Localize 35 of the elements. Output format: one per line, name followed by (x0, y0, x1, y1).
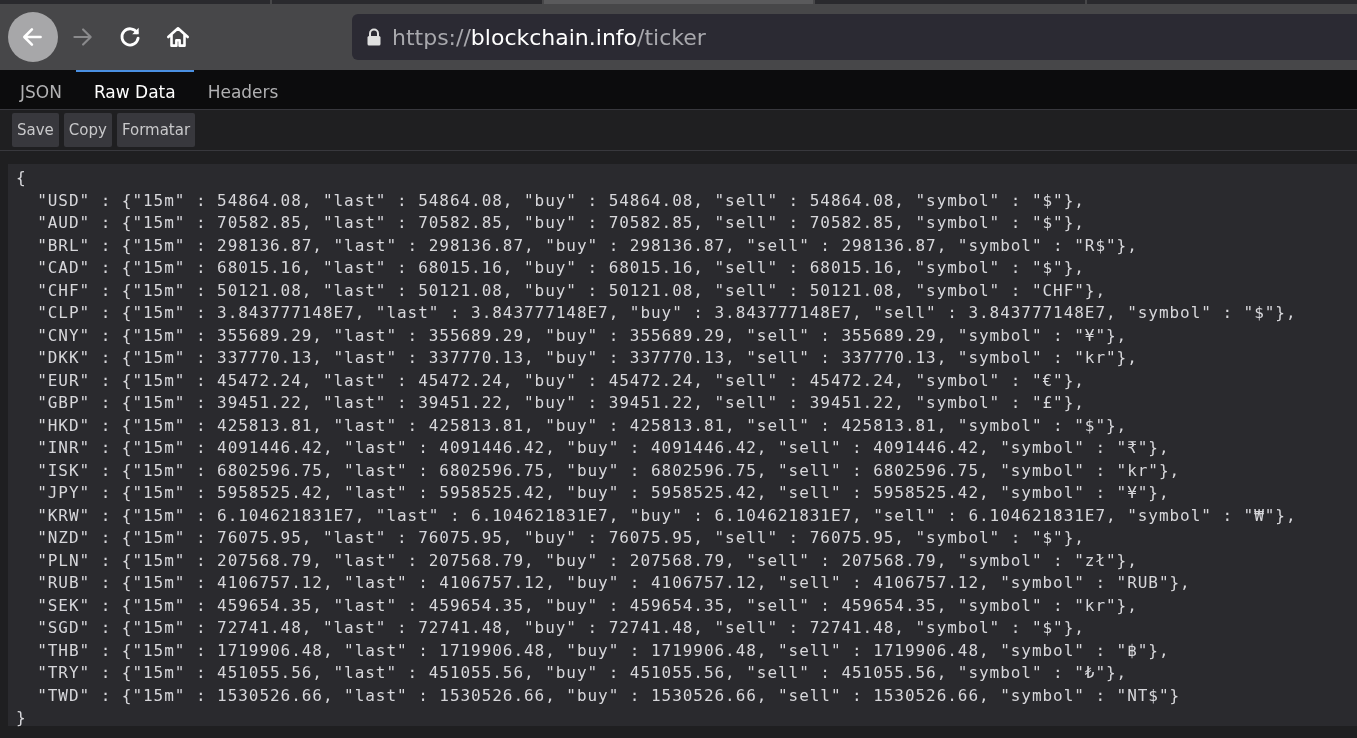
code-line: "KRW" : {"15m" : 6.104621831E7, "last" : 6.104621831E7, "buy" : 6.104621831E7, "sell" : 6.104621831E7, "symbol" : "₩"}, (36, 504, 1297, 527)
code-line: "BRL" : {"15m" : 298136.87, "last" : 298136.87, "buy" : 298136.87, "sell" : 298136.87, "symbol" : "R$"}, (36, 234, 1138, 257)
code-line: "CLP" : {"15m" : 3.843777148E7, "last" : 3.843777148E7, "buy" : 3.843777148E7, "sell" : 3.843777148E7, "symbol" : "$"}, (36, 302, 1297, 324)
code-line: "NZD" : {"15m" : 76075.95, "last" : 76075.95, "buy" : 76075.95, "sell" : 76075.95, "symbol" : "$"}, (36, 527, 1085, 549)
code-line: "AUD" : {"15m" : 70582.85, "last" : 70582.85, "buy" : 70582.85, "sell" : 70582.85, "symbol" : "$"}, (36, 212, 1085, 234)
code-line: "THB" : {"15m" : 1719906.48, "last" : 1719906.48, "buy" : 1719906.48, "sell" : 1719906.48, "symbol" : "฿"}, (36, 639, 1170, 662)
code-line: } (16, 707, 27, 729)
code-line: "JPY" : {"15m" : 5958525.42, "last" : 5958525.42, "buy" : 5958525.42, "sell" : 5958525.42, "symbol" : "¥"}, (36, 482, 1170, 504)
code-line: "GBP" : {"15m" : 39451.22, "last" : 39451.22, "buy" : 39451.22, "sell" : 39451.22, "symbol" : "£"}, (36, 392, 1085, 414)
url-text: https://blockchain.info/ticker (392, 24, 706, 50)
code-line: "TRY" : {"15m" : 451055.56, "last" : 451055.56, "buy" : 451055.56, "sell" : 451055.56, "symbol" : "₺"}, (36, 662, 1128, 684)
code-line: "CHF" : {"15m" : 50121.08, "last" : 50121.08, "buy" : 50121.08, "sell" : 50121.08, "symbol" : "CHF"}, (36, 279, 1107, 302)
code-line: "EUR" : {"15m" : 45472.24, "last" : 45472.24, "buy" : 45472.24, "sell" : 45472.24, "symbol" : "€"}, (36, 369, 1085, 392)
padlock-icon (366, 28, 382, 46)
code-line: "USD" : {"15m" : 54864.08, "last" : 54864.08, "buy" : 54864.08, "sell" : 54864.08, "symbol" : "$"}, (36, 189, 1085, 212)
code-line: "TWD" : {"15m" : 1530526.66, "last" : 1530526.66, "buy" : 1530526.66, "sell" : 1530526.66, "symbol" : "NT$"} (36, 684, 1181, 707)
address-bar[interactable]: https://blockchain.info/ticker (352, 14, 1357, 60)
copy-button[interactable]: Copy (63, 113, 112, 147)
code-line: "CNY" : {"15m" : 355689.29, "last" : 355689.29, "buy" : 355689.29, "sell" : 355689.29, "symbol" : "¥"}, (36, 324, 1128, 347)
code-line: "SEK" : {"15m" : 459654.35, "last" : 459654.35, "buy" : 459654.35, "sell" : 459654.35, "symbol" : "kr"}, (36, 594, 1138, 617)
code-line: "DKK" : {"15m" : 337770.13, "last" : 337770.13, "buy" : 337770.13, "sell" : 337770.13, "symbol" : "kr"}, (36, 347, 1138, 369)
code-line: "PLN" : {"15m" : 207568.79, "last" : 207568.79, "buy" : 207568.79, "sell" : 207568.79, "symbol" : "zł"}, (36, 549, 1138, 572)
back-button[interactable] (8, 12, 58, 62)
code-line: "CAD" : {"15m" : 68015.16, "last" : 68015.16, "buy" : 68015.16, "sell" : 68015.16, "symbol" : "$"}, (36, 257, 1085, 279)
code-line: "RUB" : {"15m" : 4106757.12, "last" : 4106757.12, "buy" : 4106757.12, "sell" : 4106757.12, "symbol" : "RUB"}, (36, 572, 1191, 594)
code-line: { (16, 167, 27, 189)
code-line: "SGD" : {"15m" : 72741.48, "last" : 72741.48, "buy" : 72741.48, "sell" : 72741.48, "symbol" : "$"}, (36, 617, 1085, 639)
viewer-tab[interactable]: JSON (6, 70, 76, 109)
format-button[interactable]: Formatar (116, 113, 196, 147)
code-line: "HKD" : {"15m" : 425813.81, "last" : 425813.81, "buy" : 425813.81, "sell" : 425813.81, "symbol" : "$"}, (36, 414, 1128, 437)
viewer-tab[interactable]: Headers (193, 70, 293, 109)
code-line: "INR" : {"15m" : 4091446.42, "last" : 4091446.42, "buy" : 4091446.42, "sell" : 4091446.42, "symbol" : "₹"}, (36, 437, 1170, 459)
home-icon (165, 24, 191, 50)
code-line: "ISK" : {"15m" : 6802596.75, "last" : 6802596.75, "buy" : 6802596.75, "sell" : 6802596.75, "symbol" : "kr"}, (36, 459, 1181, 482)
save-button[interactable]: Save (12, 113, 59, 147)
